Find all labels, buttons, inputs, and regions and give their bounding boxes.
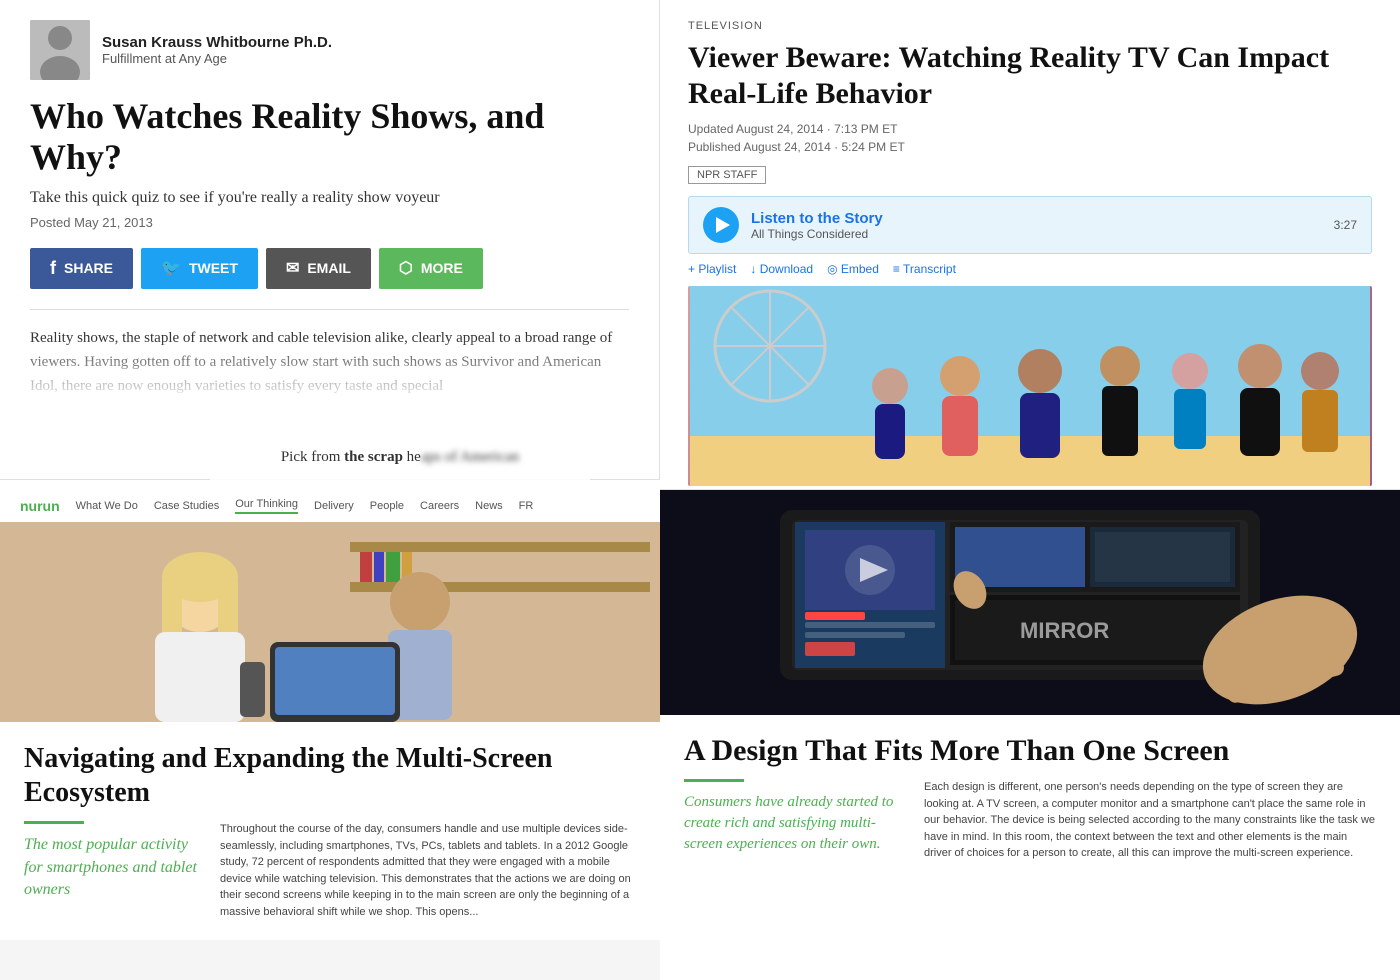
author-avatar — [30, 20, 90, 80]
multiscreen-left-col: Consumers have already started to create… — [684, 779, 904, 862]
article-title: Who Watches Reality Shows, and Why? — [30, 96, 629, 179]
nurun-nav: nurun What We Do Case Studies Our Thinki… — [0, 490, 660, 522]
nav-news-b[interactable]: News — [475, 500, 503, 512]
svg-text:MIRROR: MIRROR — [1020, 618, 1109, 643]
multiscreen-image: MIRROR — [660, 490, 1400, 715]
facebook-label: SHARE — [64, 260, 113, 276]
twitter-share-button[interactable]: 🐦 TWEET — [141, 248, 258, 289]
email-icon: ✉ — [286, 258, 299, 278]
download-button[interactable]: ↓ Download — [750, 262, 813, 276]
green-accent-line-2 — [684, 779, 744, 782]
multiscreen-title: A Design That Fits More Than One Screen — [684, 733, 1376, 769]
embed-button[interactable]: ◎ Embed — [827, 262, 879, 276]
multiscreen-body-left: Each design is different, one person's n… — [924, 779, 1376, 862]
nurun-article-content: Navigating and Expanding the Multi-Scree… — [0, 722, 660, 940]
top-right-article: TELEVISION Viewer Beware: Watching Reali… — [660, 0, 1400, 490]
divider — [30, 309, 629, 310]
nav-fr-b[interactable]: FR — [519, 500, 534, 512]
nurun-right-col: Throughout the course of the day, consum… — [220, 821, 636, 920]
author-badge: NPR STAFF — [688, 166, 766, 184]
article-subtitle: Take this quick quiz to see if you're re… — [30, 189, 629, 207]
email-label: EMAIL — [307, 260, 351, 276]
facebook-share-button[interactable]: f SHARE — [30, 248, 133, 289]
updated-date: Updated August 24, 2014 · 7:13 PM ET — [688, 122, 1372, 136]
author-subtitle: Fulfillment at Any Age — [102, 51, 332, 66]
nav-people-b[interactable]: People — [370, 500, 404, 512]
transcript-button[interactable]: ≡ Transcript — [893, 262, 956, 276]
multiscreen-content: A Design That Fits More Than One Screen … — [660, 715, 1400, 880]
nurun-logo-bottom: nurun — [20, 498, 60, 514]
bottom-right-article: MIRROR A Design That Fits More Than One … — [660, 490, 1400, 980]
audio-info: Listen to the Story All Things Considere… — [751, 210, 1322, 241]
truncate-fade — [30, 338, 629, 398]
nurun-article-image — [0, 522, 660, 722]
author-block: Susan Krauss Whitbourne Ph.D. Fulfillmen… — [30, 20, 629, 80]
play-icon — [716, 217, 730, 233]
share-icon: ⬡ — [399, 258, 413, 278]
email-share-button[interactable]: ✉ EMAIL — [266, 248, 371, 289]
article-body: Reality shows, the staple of network and… — [30, 326, 629, 398]
audio-title: Listen to the Story — [751, 210, 1322, 227]
multiscreen-two-col: Consumers have already started to create… — [684, 779, 1376, 862]
nav-careers-b[interactable]: Careers — [420, 500, 459, 512]
multiscreen-pullquote: Consumers have already started to create… — [684, 792, 904, 855]
playlist-button[interactable]: + Playlist — [688, 262, 736, 276]
more-share-button[interactable]: ⬡ MORE — [379, 248, 483, 289]
nurun-left-col: The most popular activity for smartphone… — [24, 821, 204, 920]
nav-delivery[interactable]: Delivery — [314, 500, 354, 512]
facebook-icon: f — [50, 258, 56, 279]
twitter-label: TWEET — [189, 260, 238, 276]
multiscreen-right-col: Each design is different, one person's n… — [924, 779, 1376, 862]
nurun-article-title: Navigating and Expanding the Multi-Scree… — [24, 742, 636, 809]
nurun-pullquote: The most popular activity for smartphone… — [24, 834, 204, 901]
nurun-two-col: The most popular activity for smartphone… — [24, 821, 636, 920]
play-button[interactable] — [703, 207, 739, 243]
category-label: TELEVISION — [688, 20, 1372, 32]
npr-title: Viewer Beware: Watching Reality TV Can I… — [688, 40, 1372, 112]
audio-player: Listen to the Story All Things Considere… — [688, 196, 1372, 254]
audio-duration: 3:27 — [1334, 218, 1357, 232]
article-date: Posted May 21, 2013 — [30, 215, 629, 230]
twitter-icon: 🐦 — [161, 258, 181, 278]
share-buttons: f SHARE 🐦 TWEET ✉ EMAIL ⬡ MORE — [30, 248, 629, 289]
audio-subtitle: All Things Considered — [751, 227, 1322, 241]
blur-text: Pick from the scrap heaps of American — [281, 449, 519, 466]
author-info: Susan Krauss Whitbourne Ph.D. Fulfillmen… — [102, 34, 332, 66]
audio-controls: + Playlist ↓ Download ◎ Embed ≡ Transcri… — [688, 262, 1372, 276]
nav-case-studies-b[interactable]: Case Studies — [154, 500, 219, 512]
green-accent-line — [24, 821, 84, 824]
blur-overlay: Pick from the scrap heaps of American — [210, 430, 590, 485]
nav-our-thinking-b[interactable]: Our Thinking — [235, 498, 298, 514]
article-image — [688, 286, 1372, 486]
nurun-body-text: Throughout the course of the day, consum… — [220, 821, 636, 920]
avatar-image — [30, 20, 90, 80]
more-label: MORE — [421, 260, 463, 276]
author-name: Susan Krauss Whitbourne Ph.D. — [102, 34, 332, 51]
published-date: Published August 24, 2014 · 5:24 PM ET — [688, 140, 1372, 154]
bottom-left-article: nurun What We Do Case Studies Our Thinki… — [0, 490, 660, 980]
top-left-article: Susan Krauss Whitbourne Ph.D. Fulfillmen… — [0, 0, 660, 480]
nav-what-we-do-b[interactable]: What We Do — [76, 500, 138, 512]
